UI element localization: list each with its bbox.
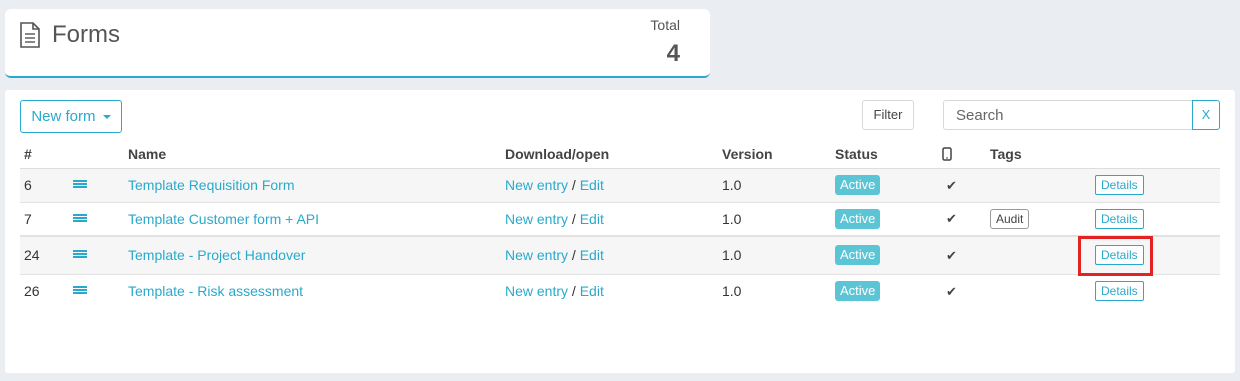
details-button[interactable]: Details <box>1095 208 1144 229</box>
edit-link[interactable]: Edit <box>580 211 604 227</box>
status-badge: Active <box>835 208 881 229</box>
tag-audit[interactable]: Audit <box>990 208 1030 229</box>
form-list-icon[interactable] <box>69 201 124 236</box>
check-icon: ✔ <box>946 247 957 263</box>
form-list-icon[interactable] <box>69 167 124 202</box>
document-icon <box>19 22 41 53</box>
forms-list-card: New form Filter X # Name Download/open V… <box>5 90 1235 373</box>
check-icon: ✔ <box>946 283 957 299</box>
status-badge: Active <box>835 175 881 195</box>
row-id: 6 <box>20 167 69 202</box>
mobile-icon <box>942 146 952 162</box>
column-header-icon <box>69 140 124 169</box>
details-button[interactable]: Details <box>1095 281 1144 302</box>
row-id: 7 <box>20 201 69 236</box>
link-separator: / <box>571 177 576 193</box>
column-header-actions <box>1091 140 1220 169</box>
list-icon <box>73 286 87 297</box>
column-header-download: Download/open <box>501 140 718 169</box>
caret-down-icon <box>102 115 111 120</box>
edit-link[interactable]: Edit <box>580 177 604 193</box>
column-header-mobile <box>938 140 986 169</box>
table-row: 26 Template - Risk assessment New entry … <box>20 273 1220 308</box>
new-entry-link[interactable]: New entry <box>505 211 568 227</box>
row-tags <box>986 167 1091 202</box>
row-version: 1.0 <box>718 167 831 202</box>
new-entry-link[interactable]: New entry <box>505 247 568 263</box>
new-entry-link[interactable]: New entry <box>505 283 568 299</box>
row-version: 1.0 <box>718 273 831 308</box>
list-icon <box>73 180 87 191</box>
search-input[interactable] <box>943 100 1192 130</box>
form-name-link[interactable]: Template - Risk assessment <box>128 283 303 299</box>
table-row: 7 Template Customer form + API New entry… <box>20 201 1220 236</box>
edit-link[interactable]: Edit <box>580 283 604 299</box>
form-list-icon[interactable] <box>69 235 124 274</box>
list-icon <box>73 213 87 225</box>
edit-link[interactable]: Edit <box>580 247 604 263</box>
form-name-link[interactable]: Template Customer form + API <box>128 211 319 227</box>
status-badge: Active <box>835 245 881 266</box>
new-form-button[interactable]: New form <box>20 100 122 133</box>
details-button[interactable]: Details <box>1095 175 1144 195</box>
total-label: Total <box>650 17 680 33</box>
forms-header-card: Forms Total 4 <box>5 9 710 78</box>
page-title: Forms <box>52 21 120 48</box>
row-id: 24 <box>20 235 69 274</box>
column-header-name: Name <box>124 140 501 169</box>
forms-table: # Name Download/open Version Status Tags <box>20 140 1220 308</box>
column-header-version: Version <box>718 140 831 169</box>
row-tags <box>986 273 1091 308</box>
column-header-status: Status <box>831 140 938 169</box>
link-separator: / <box>571 210 576 227</box>
row-id: 26 <box>20 273 69 308</box>
list-icon <box>73 250 87 261</box>
row-version: 1.0 <box>718 201 831 236</box>
row-tags <box>986 235 1091 274</box>
column-header-id: # <box>20 140 69 169</box>
clear-search-button[interactable]: X <box>1192 100 1220 130</box>
filter-button[interactable]: Filter <box>862 100 914 130</box>
new-entry-link[interactable]: New entry <box>505 177 568 193</box>
table-row: 6 Template Requisition Form New entry / … <box>20 167 1220 202</box>
form-name-link[interactable]: Template Requisition Form <box>128 177 295 193</box>
link-separator: / <box>571 247 576 264</box>
link-separator: / <box>571 283 576 300</box>
form-list-icon[interactable] <box>69 273 124 308</box>
column-header-tags: Tags <box>986 140 1091 169</box>
table-row: 24 Template - Project Handover New entry… <box>20 235 1220 274</box>
table-header-row: # Name Download/open Version Status Tags <box>20 140 1220 169</box>
check-icon: ✔ <box>946 211 957 227</box>
row-version: 1.0 <box>718 235 831 274</box>
status-badge: Active <box>835 281 881 302</box>
form-name-link[interactable]: Template - Project Handover <box>128 247 305 263</box>
total-count: 4 <box>666 40 680 67</box>
check-icon: ✔ <box>946 177 957 193</box>
new-form-label: New form <box>31 108 96 125</box>
details-button[interactable]: Details <box>1095 245 1144 266</box>
